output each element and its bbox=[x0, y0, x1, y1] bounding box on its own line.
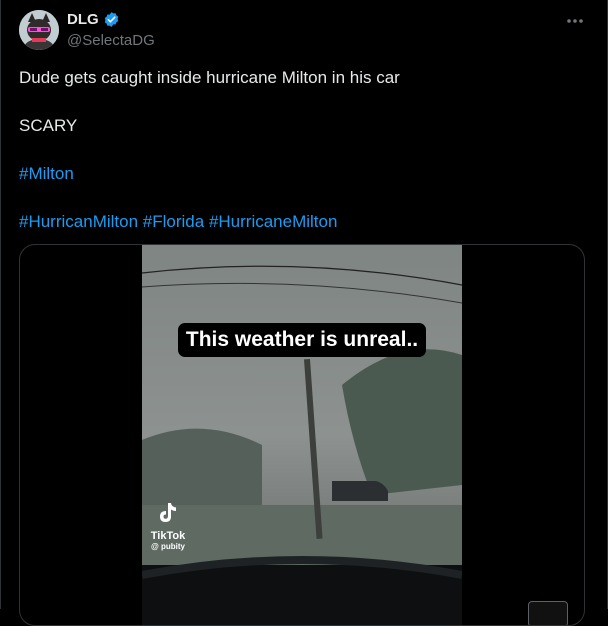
tiktok-watermark: TikTok @ pubity bbox=[144, 501, 192, 552]
hashtag-hurricanmilton[interactable]: #HurricanMilton bbox=[19, 212, 138, 231]
video-player[interactable] bbox=[142, 245, 462, 625]
avatar-cat-image bbox=[19, 10, 59, 50]
more-options-icon bbox=[567, 19, 583, 23]
tiktok-logo-icon bbox=[160, 503, 176, 522]
watermark-user: @ pubity bbox=[150, 542, 186, 551]
hashtag-milton[interactable]: #Milton bbox=[19, 164, 74, 183]
author-handle[interactable]: @SelectaDG bbox=[67, 32, 155, 49]
video-caption: This weather is unreal.. bbox=[178, 323, 426, 357]
video-thumbnail bbox=[142, 245, 462, 625]
media-container[interactable]: This weather is unreal.. TikTok @ pubity bbox=[19, 244, 585, 626]
hashtag-florida[interactable]: #Florida bbox=[143, 212, 204, 231]
more-options-button[interactable] bbox=[563, 12, 587, 30]
verified-badge-icon bbox=[103, 11, 120, 28]
tweet-line-2: SCARY bbox=[19, 116, 78, 135]
hashtag-hurricanemilton[interactable]: #HurricaneMilton bbox=[209, 212, 338, 231]
media-corner-button[interactable] bbox=[528, 601, 568, 625]
watermark-name: TikTok bbox=[150, 530, 186, 542]
display-name[interactable]: DLG bbox=[67, 11, 99, 28]
author-name-row[interactable]: DLG bbox=[67, 11, 120, 28]
tweet-card: DLG @SelectaDG Dude gets caught inside h… bbox=[0, 0, 608, 626]
avatar[interactable] bbox=[19, 10, 59, 50]
hashtags-row: #HurricanMilton #Florida #HurricaneMilto… bbox=[19, 210, 337, 234]
tweet-line-1: Dude gets caught inside hurricane Milton… bbox=[19, 68, 400, 87]
